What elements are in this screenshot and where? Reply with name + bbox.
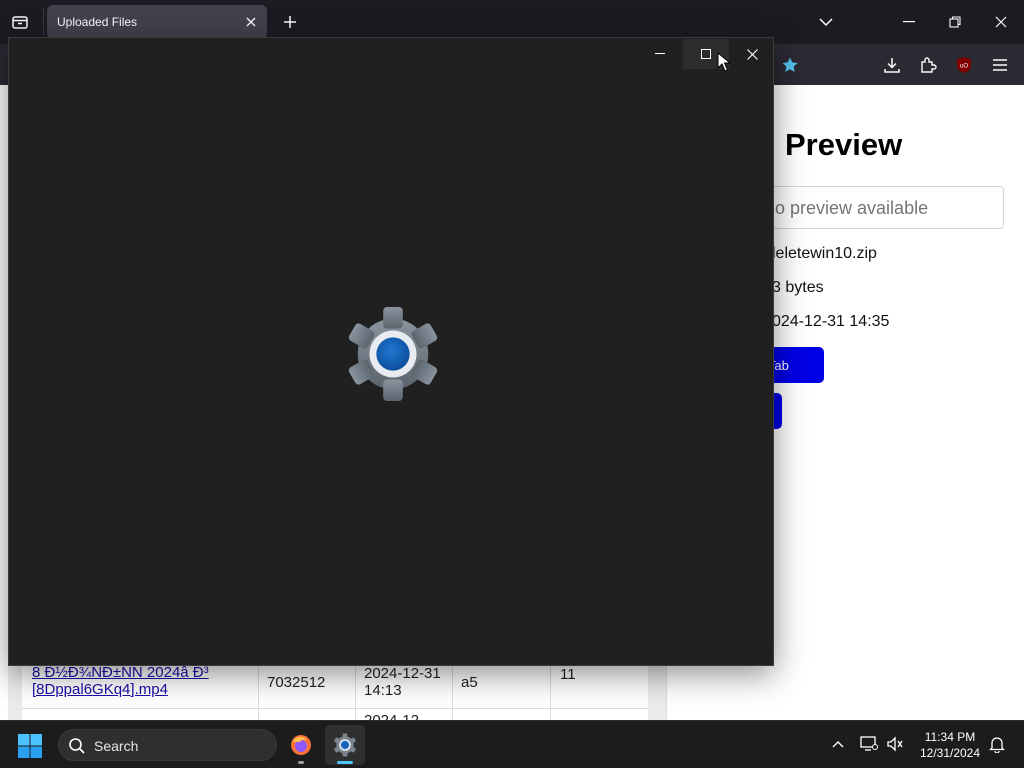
svg-text:uO: uO <box>960 64 968 70</box>
app-active-indicator <box>337 761 353 764</box>
taskbar-clock[interactable]: 11:34 PM 12/31/2024 <box>914 729 986 761</box>
preview-heading: Preview <box>785 127 903 162</box>
settings-window[interactable] <box>8 37 774 666</box>
restore-window-icon[interactable] <box>932 0 978 44</box>
taskbar-search-box[interactable]: Search <box>58 729 277 761</box>
no-preview-text: o preview available <box>775 198 929 218</box>
downloads-icon[interactable] <box>879 52 905 78</box>
file-size: 3 bytes <box>772 279 824 296</box>
table-cell-date: 2024-12-31 14:13 <box>364 665 441 699</box>
file-name: leletewin10.zip <box>772 245 877 262</box>
ublock-origin-icon[interactable]: uO <box>951 52 977 78</box>
clock-time: 11:34 PM <box>924 730 976 744</box>
table-cell-date-next: 2024-12 <box>364 712 419 720</box>
minimize-window-icon[interactable] <box>886 0 932 44</box>
clock-date: 12/31/2024 <box>919 746 981 760</box>
table-cell-hash: a5 <box>461 674 478 691</box>
taskbar: Search 11:34 PM 12/31/2024 <box>0 720 1024 768</box>
search-icon <box>69 738 85 754</box>
table-cell-size: 7032512 <box>267 674 326 691</box>
hamburger-menu-icon[interactable] <box>987 52 1013 78</box>
chevron-up-icon[interactable] <box>827 733 849 755</box>
extensions-icon[interactable] <box>915 52 941 78</box>
table-cell-count: 11 <box>560 666 576 683</box>
tab-separator <box>43 8 44 36</box>
table-row-divider <box>22 708 648 709</box>
firefox-icon <box>291 735 311 755</box>
volume-muted-icon[interactable] <box>884 733 906 755</box>
close-tab-icon[interactable] <box>243 14 259 30</box>
windows-start-icon[interactable] <box>17 733 43 759</box>
taskbar-firefox[interactable] <box>281 725 321 765</box>
tab-uploaded-files[interactable]: Uploaded Files <box>47 5 267 39</box>
settings-gear-icon <box>348 306 438 402</box>
settings-gear-icon <box>334 733 356 757</box>
chevron-down-icon[interactable] <box>816 12 836 32</box>
minimize-icon[interactable] <box>637 39 683 69</box>
close-window-icon[interactable] <box>978 0 1024 44</box>
tab-list-icon[interactable] <box>8 10 32 34</box>
taskbar-settings[interactable] <box>325 725 365 765</box>
tab-title: Uploaded Files <box>57 15 138 29</box>
close-icon[interactable] <box>729 39 775 69</box>
notification-bell-icon[interactable] <box>986 733 1008 755</box>
new-tab-plus-icon[interactable] <box>280 12 300 32</box>
bookmark-star-icon[interactable] <box>777 52 803 78</box>
network-icon[interactable] <box>858 733 880 755</box>
search-label: Search <box>94 738 139 754</box>
mouse-cursor-icon <box>717 52 731 72</box>
file-date: 024-12-31 14:35 <box>772 313 890 330</box>
file-link[interactable]: 8 Ð½Ð¾NÐ±NN 2024â Ð³ [8Dppal6GKq4].mp4 <box>32 664 252 698</box>
app-running-indicator <box>298 761 304 764</box>
